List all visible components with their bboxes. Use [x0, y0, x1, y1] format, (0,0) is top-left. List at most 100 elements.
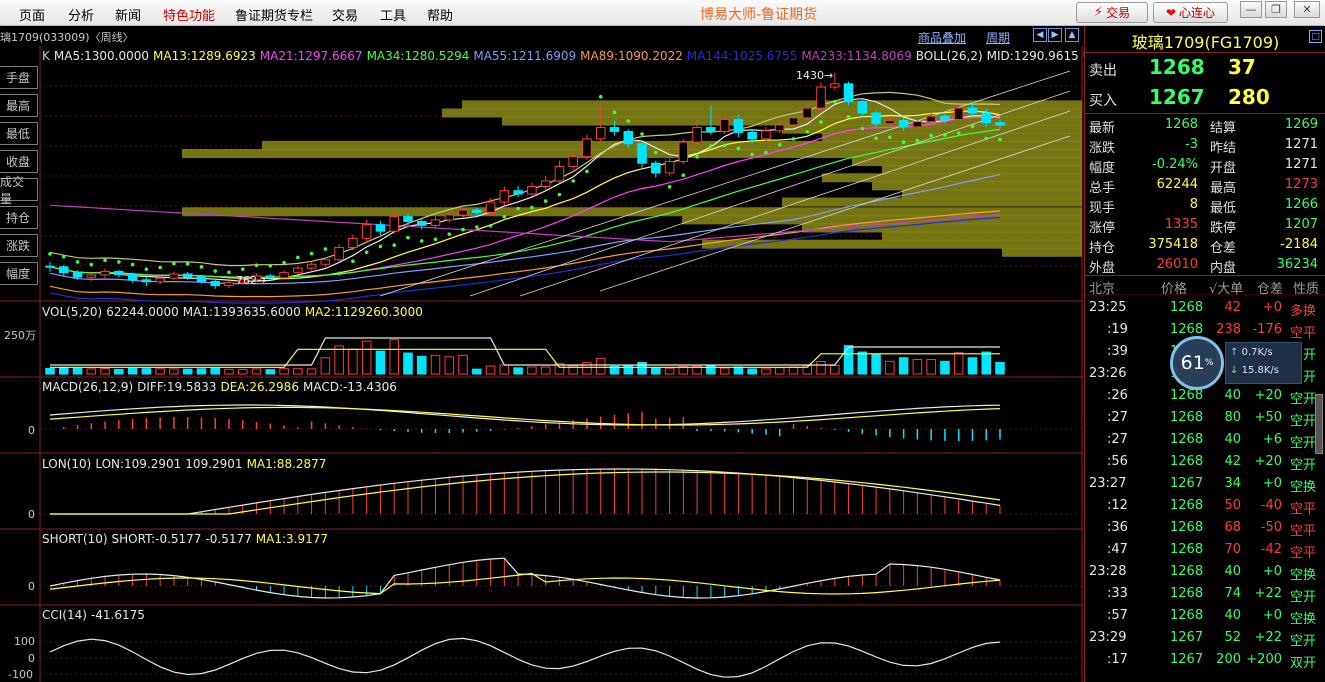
menu-page[interactable]: 页面: [19, 5, 45, 24]
volume-bar: [967, 357, 978, 375]
tick-row[interactable]: :36 1268 68 -50 空平: [1085, 517, 1317, 539]
tick-row[interactable]: :47 1268 70 -42 空平: [1085, 539, 1317, 561]
sar-dot: [571, 179, 575, 183]
candle-body: [141, 279, 152, 283]
tick-row[interactable]: :17 1267 200 +200 双开: [1085, 649, 1317, 671]
sar-dot: [268, 264, 273, 268]
candle: [637, 142, 647, 169]
tick-price: 1268: [1170, 520, 1204, 535]
volume-bar: [416, 355, 427, 375]
candle-body: [499, 190, 510, 203]
left-tool-item[interactable]: 持仓: [0, 206, 38, 229]
quote-stat: 幅度 -0.24%: [1085, 155, 1206, 176]
candle-body: [623, 130, 634, 145]
minimize-button[interactable]: —: [1240, 1, 1262, 18]
candle-body: [747, 131, 757, 140]
menu-news[interactable]: 新闻: [115, 5, 141, 24]
volume-bar: [320, 357, 331, 375]
close-button[interactable]: ✕: [1294, 1, 1320, 18]
tick-row[interactable]: :27 1268 80 +50 空开: [1085, 407, 1317, 429]
tick-row[interactable]: :57 1268 40 +0 空换: [1085, 605, 1317, 627]
candle-body: [306, 263, 317, 269]
menu-analysis[interactable]: 分析: [68, 5, 94, 24]
network-speed-widget[interactable]: 61% ↑ 0.7K/s ↓ 15.8K/s: [1170, 336, 1320, 390]
volume-bar: [788, 366, 799, 375]
tick-volume: 70: [1224, 542, 1241, 557]
candle: [582, 134, 592, 160]
tick-row[interactable]: :27 1268 40 +6 空开: [1085, 429, 1317, 451]
tick-time: :17: [1107, 652, 1128, 667]
candle-body: [375, 224, 386, 232]
volume-bar: [981, 351, 991, 375]
candle-body: [651, 162, 661, 174]
high-annotation: 1430→: [796, 69, 834, 82]
tick-time: :33: [1107, 586, 1128, 601]
tick-time: :47: [1107, 542, 1128, 557]
tick-row[interactable]: 23:25 1268 42 +0 多换: [1085, 297, 1317, 319]
candle-body: [430, 219, 441, 226]
menu-tools[interactable]: 工具: [380, 5, 406, 24]
candle-body: [912, 121, 923, 128]
volume-profile-bar: [872, 181, 1082, 191]
candle: [114, 270, 124, 278]
tick-list-scrollbar[interactable]: [1315, 394, 1323, 454]
nav-up-icon[interactable]: ▲: [1065, 28, 1079, 42]
quote-stat: 仓差 -2184: [1206, 235, 1325, 256]
xinlianxin-button[interactable]: ❤ 心连心: [1153, 2, 1228, 23]
trade-button-label: 交易: [1106, 6, 1131, 20]
tick-oi-diff: -176: [1252, 322, 1282, 337]
symbol-label: 璃1709(033009)〈周线〉: [0, 31, 134, 44]
left-tool-item[interactable]: 幅度: [0, 262, 38, 285]
speed-ring: 61%: [1170, 336, 1224, 390]
left-tool-item[interactable]: 涨跌: [0, 234, 38, 257]
menu-features[interactable]: 特色功能: [163, 5, 215, 24]
tick-row[interactable]: 23:29 1267 52 +22 空开: [1085, 627, 1317, 649]
candle-body: [265, 275, 276, 279]
left-tool-item[interactable]: 手盘: [0, 66, 38, 89]
left-tool-item[interactable]: 收盘: [0, 150, 38, 173]
tick-volume: 74: [1224, 586, 1241, 601]
quote-close-icon[interactable]: □: [1309, 30, 1322, 43]
candle-body: [733, 118, 744, 133]
tick-oi-diff: +6: [1262, 432, 1282, 447]
tick-time: :57: [1107, 608, 1128, 623]
candle-body: [802, 107, 813, 119]
left-tool-item[interactable]: 成交量: [0, 175, 38, 206]
tick-row[interactable]: 23:27 1267 34 +0 空换: [1085, 473, 1317, 495]
tick-nature: 空平: [1289, 546, 1316, 561]
main-legend-item: MA55:1211.6909: [473, 49, 577, 63]
menu-trade[interactable]: 交易: [332, 5, 358, 24]
tick-time: :36: [1107, 520, 1128, 535]
volume-bar: [45, 367, 55, 375]
nav-right-icon[interactable]: ▶: [1048, 28, 1062, 42]
speed-percent: 61: [1180, 352, 1205, 374]
left-tool-item[interactable]: 最低: [0, 122, 38, 145]
volume-bar: [953, 352, 964, 375]
sar-dot: [502, 214, 507, 219]
quote-stat-key: 开盘: [1210, 161, 1237, 176]
left-tool-item[interactable]: 最高: [0, 94, 38, 117]
quote-stat: 最高 1273: [1206, 175, 1325, 196]
menu-help[interactable]: 帮助: [427, 5, 453, 24]
candle-body: [127, 274, 138, 281]
tick-row[interactable]: :12 1268 50 -40 空平: [1085, 495, 1317, 517]
trade-button[interactable]: ⚡ 交易: [1076, 2, 1148, 23]
tick-row[interactable]: 23:28 1268 40 +0 空换: [1085, 561, 1317, 583]
app-title: 博易大师-鲁证期货: [700, 7, 818, 23]
tick-row[interactable]: :56 1268 42 +20 空开: [1085, 451, 1317, 473]
period-link[interactable]: 周期: [986, 29, 1010, 46]
short-legend-item: SHORT:-0.5177: [111, 532, 202, 546]
kline-chart[interactable]: K MA5:1300.0000 MA13:1289.6923 MA21:1297.66…: [0, 46, 1156, 682]
restore-button[interactable]: ❐: [1265, 1, 1287, 18]
chart-canvas[interactable]: [0, 46, 1083, 682]
candle: [293, 265, 303, 275]
sar-dot: [61, 255, 66, 259]
nav-left-icon[interactable]: ◀: [1033, 28, 1047, 42]
quote-stat: 涨跌 -3: [1085, 135, 1206, 156]
lon-legend-item: LON:109.2901: [95, 457, 182, 471]
vol-indicator-legend: VOL(5,20) 62244.0000 MA1:1393635.6000 MA2:1…: [42, 305, 427, 319]
tick-row[interactable]: :33 1268 74 +22 空开: [1085, 583, 1317, 605]
lon-ma-line: [50, 471, 1001, 515]
menu-luzheng-column[interactable]: 鲁证期货专栏: [235, 5, 313, 24]
commodity-overlay-link[interactable]: 商品叠加: [918, 29, 966, 46]
